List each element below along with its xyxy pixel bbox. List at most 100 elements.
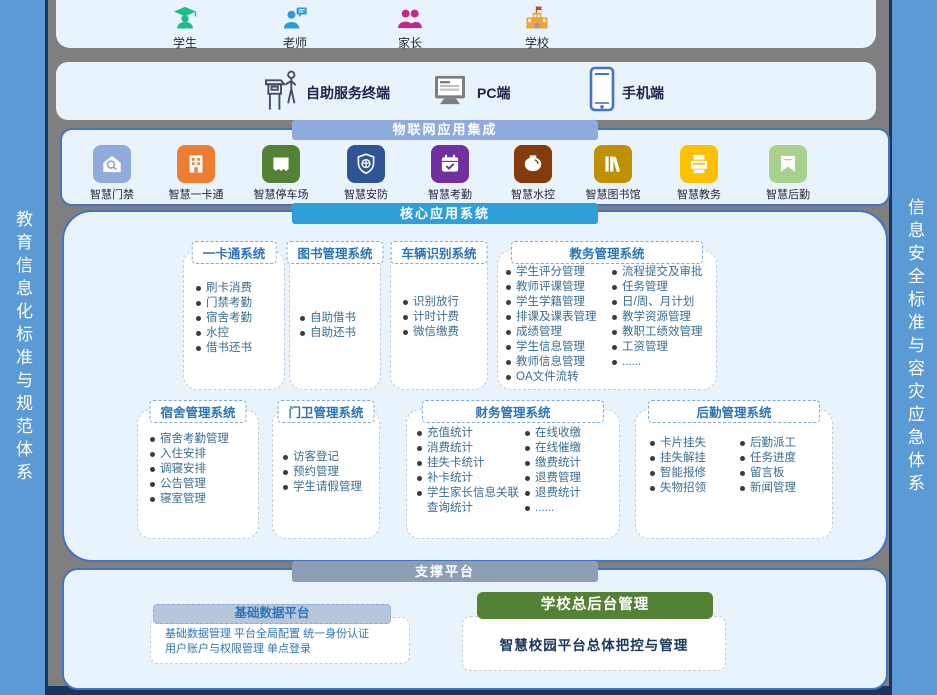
list-item-text: 自助还书	[310, 326, 356, 341]
base-platform-line: 基础数据管理 平台全局配置 统一身份认证	[165, 627, 409, 642]
bullet-dot	[403, 315, 408, 320]
user-item-parents: 家长	[370, 4, 450, 51]
user-item-teacher: 老师	[255, 4, 335, 51]
bullet-dot	[417, 461, 422, 466]
sysbox-title: 后勤管理系统	[648, 400, 820, 423]
list-item: 水控	[196, 326, 252, 341]
list-item-text: 计时计费	[413, 310, 459, 325]
iot-item-library: 智慧图书馆	[571, 145, 655, 202]
core-section-tab: 核心应用系统	[292, 203, 598, 224]
support-section-tab: 支撑平台	[292, 561, 598, 582]
bullet-dot	[283, 485, 288, 490]
teacher-icon	[280, 4, 310, 32]
school-admin-tab: 学校总后台管理	[477, 592, 713, 619]
sysbox-title: 车辆识别系统	[390, 241, 487, 264]
list-item-text: 入住安排	[160, 447, 206, 462]
dormitory-list: 宿舍考勤管理入住安排调寝安排公告管理寝室管理	[150, 432, 229, 507]
bullet-dot	[417, 491, 422, 496]
list-item-text: 卡片挂失	[660, 436, 706, 451]
list-item: 日/周、月计划	[612, 295, 714, 310]
school-admin-box: 智慧校园平台总体把控与管理	[462, 616, 726, 671]
gatekeeper-list: 访客登记预约管理学生请假管理	[283, 450, 362, 495]
bullet-dot	[196, 346, 201, 351]
list-item-text: 访客登记	[293, 450, 339, 465]
logistics-list-col2: 后勤派工任务进度留言板新闻管理	[740, 436, 828, 496]
academic-list-col2: 流程提交及审批任务管理日/周、月计划教学资源管理教职工绩效管理工资管理.....…	[612, 265, 714, 370]
iot-label: 智慧考勤	[428, 186, 472, 202]
iot-label: 智慧水控	[511, 186, 555, 202]
list-item: 教学资源管理	[612, 310, 714, 325]
bullet-dot	[196, 301, 201, 306]
bullet-dot	[525, 491, 530, 496]
list-item: 识别放行	[403, 295, 459, 310]
self-service-kiosk-icon	[262, 65, 300, 113]
list-item-text: 水控	[206, 326, 229, 341]
list-item: 消费统计	[417, 441, 521, 456]
iot-label: 智慧后勤	[766, 186, 810, 202]
user-label: 学生	[173, 34, 197, 51]
list-item: 挂失卡统计	[417, 456, 521, 471]
iot-item-academic: 智慧教务	[657, 145, 741, 202]
bullet-dot	[740, 456, 745, 461]
list-item: 留言板	[740, 466, 828, 481]
bullet-dot	[150, 437, 155, 442]
sysbox-gatekeeper: 门卫管理系统 访客登记预约管理学生请假管理	[272, 409, 380, 539]
sysbox-title: 图书管理系统	[286, 241, 383, 264]
list-item-text: 流程提交及审批	[622, 265, 703, 280]
sysbox-dormitory: 宿舍管理系统 宿舍考勤管理入住安排调寝安排公告管理寝室管理	[137, 409, 259, 539]
list-item: 借书还书	[196, 341, 252, 356]
smart-campus-architecture-diagram: 教育信息化标准与规范体系 信息安全标准与容灾应急体系 学生 老师	[0, 0, 937, 695]
list-item: 在线收缴	[525, 426, 613, 441]
list-item: 卡片挂失	[650, 436, 734, 451]
list-item: 教师评课管理	[506, 280, 610, 295]
list-item: 刷卡消费	[196, 281, 252, 296]
bullet-dot	[417, 476, 422, 481]
bullet-dot	[612, 360, 617, 365]
bullet-dot	[196, 331, 201, 336]
list-item-text: ......	[622, 355, 641, 370]
iot-item-security: 智慧安防	[324, 145, 408, 202]
bullet-dot	[506, 270, 511, 275]
school-admin-content: 智慧校园平台总体把控与管理	[500, 634, 689, 654]
sysbox-finance: 财务管理系统 充值统计消费统计挂失卡统计补卡统计学生家长信息关联查询统计 在线收…	[406, 409, 620, 539]
list-item: 学生请假管理	[283, 480, 362, 495]
finance-list-col2: 在线收缴在线催缴缴费统计退费管理退费统计......	[525, 426, 613, 516]
list-item: 排课及课表管理	[506, 310, 610, 325]
bullet-dot	[612, 300, 617, 305]
list-item-text: 刷卡消费	[206, 281, 252, 296]
iot-item-door-access: 智慧门禁	[70, 145, 154, 202]
bullet-dot	[150, 497, 155, 502]
sysbox-library: 图书管理系统 自助借书自助还书	[289, 250, 381, 390]
list-item-text: 预约管理	[293, 465, 339, 480]
left-sidebar-label: 教育信息化标准与规范体系	[10, 210, 35, 486]
iot-label: 智慧停车场	[254, 186, 309, 202]
logistics-list-col1: 卡片挂失挂失解挂智能报修失物招领	[650, 436, 734, 496]
bullet-dot	[300, 331, 305, 336]
list-item-text: OA文件流转	[516, 370, 579, 385]
library-list: 自助借书自助还书	[300, 311, 356, 341]
list-item-text: 在线催缴	[535, 441, 581, 456]
list-item: 后勤派工	[740, 436, 828, 451]
right-divider-line	[889, 0, 892, 695]
school-icon	[522, 4, 552, 32]
list-item: 计时计费	[403, 310, 459, 325]
mobile-phone-icon	[588, 66, 616, 112]
vehicle-list: 识别放行计时计费微信缴费	[403, 295, 459, 340]
iot-item-water-control: 智慧水控	[491, 145, 575, 202]
bullet-dot	[403, 300, 408, 305]
door-access-icon	[93, 145, 131, 183]
list-item: 流程提交及审批	[612, 265, 714, 280]
list-item: 新闻管理	[740, 481, 828, 496]
list-item-text: 充值统计	[427, 426, 473, 441]
list-item-text: 识别放行	[413, 295, 459, 310]
list-item: 补卡统计	[417, 471, 521, 486]
list-item-text: 消费统计	[427, 441, 473, 456]
iot-label: 智慧一卡通	[169, 186, 224, 202]
bullet-dot	[506, 360, 511, 365]
iot-item-one-card: 智慧一卡通	[154, 145, 238, 202]
list-item: 调寝安排	[150, 462, 229, 477]
library-books-icon	[594, 145, 632, 183]
list-item: 智能报修	[650, 466, 734, 481]
list-item-text: 宿舍考勤管理	[160, 432, 229, 447]
list-item-text: 失物招领	[660, 481, 706, 496]
